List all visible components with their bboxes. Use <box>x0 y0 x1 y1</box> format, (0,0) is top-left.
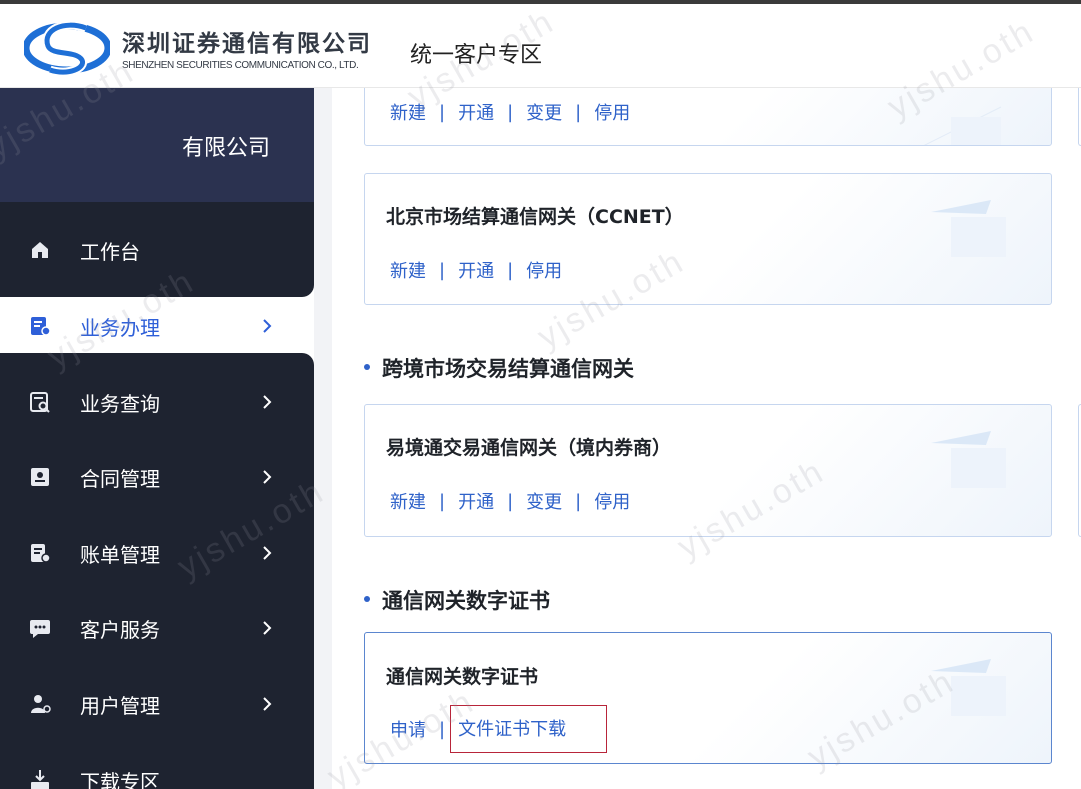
gateway-card: 北京市场结算通信网关（CCNET） 新建 | 开通 | 停用 <box>364 173 1052 305</box>
chevron-right-icon <box>263 621 272 635</box>
bullet-dot <box>364 364 370 370</box>
main-content: 新建 | 开通 | 变更 | 停用 北京市场结算通信网关（CCNET） 新建 |… <box>314 88 1081 789</box>
sidebar-item-bill[interactable]: 账单管理 <box>0 525 314 581</box>
sidebar-item-download[interactable]: 下载专区 <box>0 752 314 789</box>
top-header: 深圳证券通信有限公司 SHENZHEN SECURITIES COMMUNICA… <box>0 0 1081 88</box>
business-handling-icon <box>31 317 51 336</box>
card-decoration-icon <box>931 200 1006 257</box>
card-actions: 新建 | 开通 | 停用 <box>390 257 562 283</box>
sidebar-item-user-management[interactable]: 用户管理 <box>0 676 314 732</box>
disable-link[interactable]: 停用 <box>594 99 630 125</box>
apply-link[interactable]: 申请 <box>390 716 426 742</box>
sidebar-item-workbench[interactable]: 工作台 <box>0 222 314 278</box>
sidebar: 有限公司 工作台 业务办理 业务查询 合同管理 账单管理 客户服务 用户管理 下… <box>0 88 314 789</box>
home-icon <box>32 242 48 258</box>
company-logo <box>24 20 110 77</box>
disable-link[interactable]: 停用 <box>594 488 630 514</box>
download-icon <box>31 770 49 789</box>
company-name-cn: 深圳证券通信有限公司 <box>122 31 372 57</box>
sidebar-item-label: 业务办理 <box>80 316 160 340</box>
user-management-icon <box>31 695 51 713</box>
card-actions: 新建 | 开通 | 变更 | 停用 <box>390 488 630 514</box>
contract-icon <box>31 468 49 486</box>
sidebar-item-label: 合同管理 <box>80 467 160 491</box>
gateway-card: 易境通交易通信网关（境内券商） 新建 | 开通 | 变更 | 停用 <box>364 404 1052 537</box>
separator: | <box>575 101 582 123</box>
card-decoration-icon <box>931 659 1006 716</box>
card-decoration-icon <box>931 431 1006 488</box>
chevron-right-icon <box>263 470 272 484</box>
card-actions: 新建 | 开通 | 变更 | 停用 <box>390 99 630 125</box>
card-title: 易境通交易通信网关（境内券商） <box>386 437 672 459</box>
file-certificate-download-link[interactable]: 文件证书下载 <box>458 719 566 740</box>
sidebar-item-label: 客户服务 <box>80 618 160 642</box>
change-link[interactable]: 变更 <box>526 488 562 514</box>
activate-link[interactable]: 开通 <box>458 257 494 283</box>
sidebar-item-label: 业务查询 <box>80 392 160 416</box>
separator: | <box>439 101 446 123</box>
change-link[interactable]: 变更 <box>526 99 562 125</box>
chevron-right-icon <box>263 395 272 409</box>
separator: | <box>507 101 514 123</box>
chevron-right-icon <box>263 697 272 711</box>
disable-link[interactable]: 停用 <box>526 257 562 283</box>
activate-link[interactable]: 开通 <box>458 99 494 125</box>
section-title: 跨境市场交易结算通信网关 <box>364 353 634 383</box>
card-title: 北京市场结算通信网关（CCNET） <box>386 206 684 228</box>
business-panel: 新建 | 开通 | 变更 | 停用 北京市场结算通信网关（CCNET） 新建 |… <box>332 88 1081 789</box>
highlight-box: 文件证书下载 <box>450 705 608 753</box>
separator: | <box>439 490 446 512</box>
certificate-card: 通信网关数字证书 申请 | 文件证书下载 <box>364 632 1052 764</box>
sidebar-item-contract[interactable]: 合同管理 <box>0 449 314 505</box>
create-link[interactable]: 新建 <box>390 99 426 125</box>
sidebar-item-label: 工作台 <box>80 240 140 264</box>
separator: | <box>439 718 446 740</box>
customer-service-icon <box>30 620 50 638</box>
sidebar-item-label: 下载专区 <box>80 770 160 789</box>
bullet-dot <box>364 596 370 602</box>
sidebar-company-name: 有限公司 <box>181 136 270 161</box>
activate-link[interactable]: 开通 <box>458 488 494 514</box>
sidebar-item-business-handling[interactable]: 业务办理 <box>0 298 314 354</box>
business-query-icon <box>30 392 50 413</box>
separator: | <box>575 490 582 512</box>
bill-icon <box>31 544 51 563</box>
portal-title: 统一客户专区 <box>410 43 543 68</box>
card-actions: 申请 | 文件证书下载 <box>390 705 608 753</box>
create-link[interactable]: 新建 <box>390 488 426 514</box>
section-title: 通信网关数字证书 <box>364 585 550 615</box>
chevron-right-icon <box>263 546 272 560</box>
separator: | <box>507 490 514 512</box>
card-decoration-icon <box>923 106 1002 145</box>
sidebar-item-label: 账单管理 <box>80 543 160 567</box>
sidebar-item-business-query[interactable]: 业务查询 <box>0 374 314 430</box>
company-name-en: SHENZHEN SECURITIES COMMUNICATION CO., L… <box>122 60 359 71</box>
chevron-right-icon <box>263 319 272 333</box>
card-title: 通信网关数字证书 <box>386 666 539 688</box>
separator: | <box>439 259 446 281</box>
separator: | <box>507 259 514 281</box>
sidebar-item-customer-service[interactable]: 客户服务 <box>0 600 314 656</box>
sidebar-item-label: 用户管理 <box>80 694 160 718</box>
create-link[interactable]: 新建 <box>390 257 426 283</box>
sidebar-company-banner: 有限公司 <box>0 88 314 202</box>
gateway-card: 新建 | 开通 | 变更 | 停用 <box>364 88 1052 146</box>
